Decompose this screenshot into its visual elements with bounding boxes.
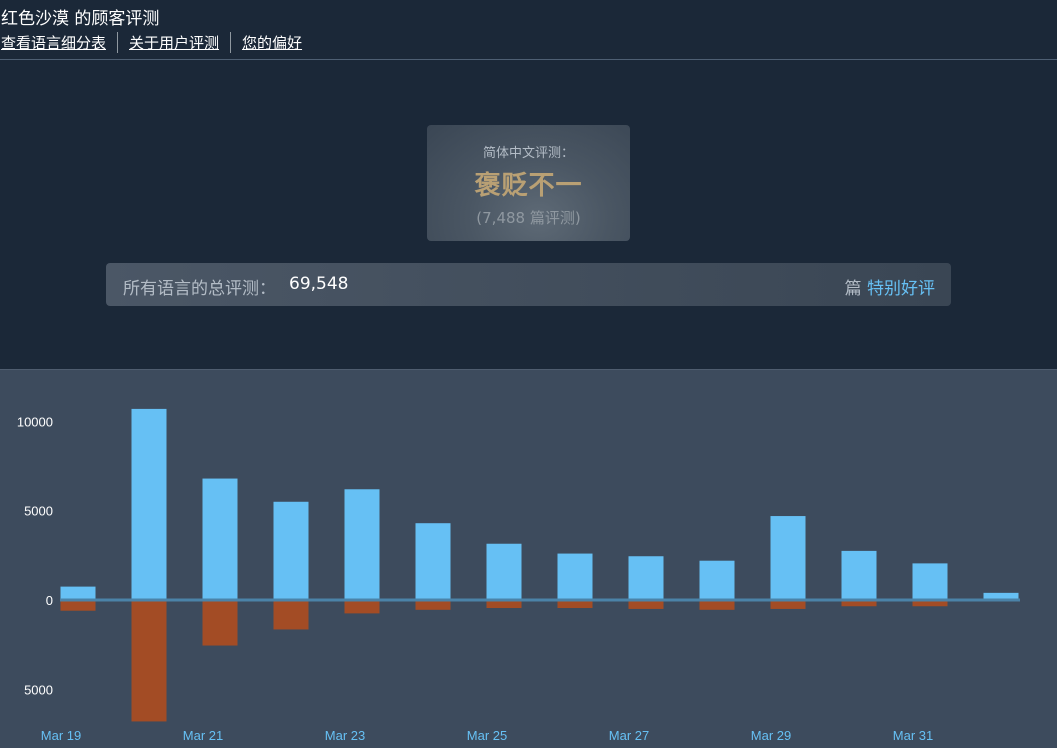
language-review-summary[interactable]: 简体中文评测： 褒贬不一 (7,488 篇评测): [427, 125, 630, 241]
x-tick-label: Mar 23: [325, 728, 365, 743]
positive-bar[interactable]: [486, 543, 522, 600]
y-tick-label: 5000: [24, 682, 53, 697]
summary-count: (7,488 篇评测): [476, 209, 581, 227]
positive-bar[interactable]: [770, 516, 806, 600]
page-title: 红色沙漠 的顾客评测: [1, 9, 160, 29]
y-tick-label: 10000: [17, 414, 53, 429]
positive-bar[interactable]: [415, 523, 451, 600]
total-value: 69,548: [289, 274, 349, 294]
language-breakdown-link[interactable]: 查看语言细分表: [1, 32, 106, 53]
x-tick-label: Mar 29: [751, 728, 791, 743]
reviews-header: 红色沙漠 的顾客评测 查看语言细分表 关于用户评测 您的偏好: [0, 0, 1057, 60]
negative-bar[interactable]: [131, 600, 167, 722]
positive-bar[interactable]: [841, 550, 877, 600]
positive-bar[interactable]: [60, 586, 96, 600]
histogram-svg: 10000 5000 0 5000 Mar 19 Mar 21 Mar 23 Mar 25 Ma…: [17, 408, 1020, 743]
positive-bar[interactable]: [344, 489, 380, 600]
x-tick-label: Mar 19: [41, 728, 81, 743]
positive-bar[interactable]: [699, 560, 735, 600]
nav-divider: [230, 32, 232, 53]
total-rating: 篇 特别好评: [845, 274, 935, 299]
y-tick-label: 5000: [24, 504, 53, 519]
x-tick-label: Mar 31: [893, 728, 933, 743]
x-tick-label: Mar 27: [609, 728, 649, 743]
positive-bar[interactable]: [557, 553, 593, 600]
total-positive-label[interactable]: 特别好评: [867, 279, 935, 299]
summary-label: 简体中文评测：: [482, 146, 574, 161]
nav-divider: [117, 32, 119, 53]
x-tick-label: Mar 21: [183, 728, 223, 743]
positive-bar[interactable]: [912, 563, 948, 600]
positive-bar[interactable]: [273, 501, 309, 600]
total-suffix: 篇: [844, 279, 862, 299]
total-reviews-bar: 所有语言的总评测： 69,548 篇 特别好评: [106, 263, 951, 306]
negative-bar[interactable]: [60, 600, 96, 611]
review-nav: 查看语言细分表 关于用户评测 您的偏好: [1, 32, 302, 53]
total-label: 所有语言的总评测：: [123, 279, 276, 299]
negative-bar[interactable]: [273, 600, 309, 630]
x-tick-label: Mar 25: [467, 728, 507, 743]
negative-bar[interactable]: [202, 600, 238, 646]
negative-bar[interactable]: [344, 600, 380, 614]
positive-bar[interactable]: [131, 408, 167, 600]
summary-rating: 褒贬不一: [474, 171, 583, 201]
y-tick-label: 0: [46, 593, 53, 608]
header-divider: [0, 59, 1057, 60]
positive-bar[interactable]: [202, 478, 238, 600]
about-reviews-link[interactable]: 关于用户评测: [129, 32, 219, 53]
positive-bar[interactable]: [628, 556, 664, 600]
preferences-link[interactable]: 您的偏好: [242, 32, 302, 53]
review-histogram: 10000 5000 0 5000 Mar 19 Mar 21 Mar 23 Mar 25 Ma…: [0, 369, 1057, 748]
